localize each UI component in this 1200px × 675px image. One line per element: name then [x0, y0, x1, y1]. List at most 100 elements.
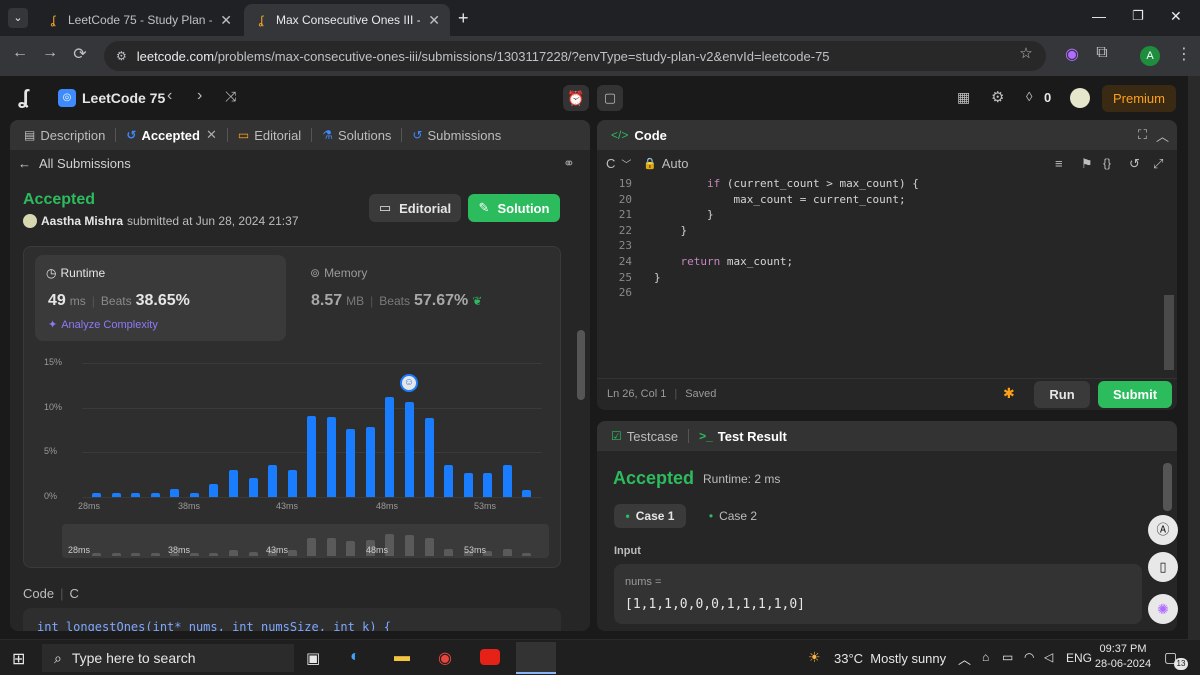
- editorial-button[interactable]: ▭ Editorial: [369, 194, 461, 222]
- profile-avatar[interactable]: A: [1140, 46, 1160, 66]
- tab-description[interactable]: ▤ Description: [24, 128, 105, 143]
- tab-test-result[interactable]: >_ Test Result: [699, 429, 787, 444]
- tab-submissions[interactable]: ↺ Submissions: [412, 128, 501, 143]
- runtime-bar[interactable]: [209, 484, 219, 497]
- close-window-icon[interactable]: ✕: [1170, 8, 1182, 25]
- back-arrow-icon[interactable]: ←: [8, 44, 32, 62]
- restore-icon[interactable]: ❐: [1132, 8, 1144, 24]
- editor-scrollbar[interactable]: [1164, 295, 1174, 370]
- settings-gear-icon[interactable]: ⚙: [991, 88, 1004, 106]
- submit-button[interactable]: Submit: [1098, 381, 1172, 408]
- runtime-bar[interactable]: [522, 489, 532, 497]
- auto-mode[interactable]: 🔒 Auto: [643, 156, 688, 171]
- run-button[interactable]: Run: [1034, 381, 1090, 408]
- volume-icon[interactable]: ◁: [1044, 650, 1053, 664]
- site-info-icon[interactable]: ⚙: [116, 49, 127, 63]
- format-lines-icon[interactable]: ≡: [1055, 156, 1063, 171]
- runtime-bar[interactable]: [346, 429, 356, 497]
- share-link-icon[interactable]: ⚭: [563, 155, 575, 172]
- taskbar-search-box[interactable]: ⌕ Type here to search: [42, 644, 294, 672]
- runtime-bar[interactable]: [111, 492, 121, 497]
- runtime-bar[interactable]: [248, 478, 258, 497]
- reader-book-icon[interactable]: ▯: [1148, 552, 1178, 582]
- left-scrollbar[interactable]: [577, 330, 585, 400]
- close-tab-icon[interactable]: ✕: [428, 12, 440, 29]
- extensions-puzzle-icon[interactable]: ⧉: [1090, 44, 1114, 62]
- edge-browser-icon[interactable]: ◐: [350, 648, 360, 666]
- timer-icon[interactable]: ⏰: [563, 85, 589, 111]
- extension-brain-icon[interactable]: ◉: [1060, 44, 1084, 64]
- tray-network-icon[interactable]: ⌂: [982, 650, 989, 664]
- tab-search-icon[interactable]: ⌄: [8, 8, 28, 28]
- language-select[interactable]: C ﹀: [606, 156, 631, 171]
- tray-chevron-icon[interactable]: ︿: [958, 649, 971, 668]
- runtime-bar[interactable]: [483, 472, 493, 497]
- runtime-bar[interactable]: [92, 492, 101, 497]
- runtime-card[interactable]: ◷ Runtime 49 ms | Beats 38.65% ✦ Analyze C…: [35, 255, 286, 341]
- leetcode-logo-icon[interactable]: ʆ: [18, 87, 29, 110]
- runtime-bar[interactable]: [502, 464, 512, 497]
- reload-icon[interactable]: ⟳: [68, 44, 92, 64]
- tab-solutions[interactable]: ⚗ Solutions: [322, 128, 391, 143]
- runtime-bar[interactable]: [385, 396, 395, 497]
- your-submission-marker-icon[interactable]: ☺: [400, 374, 419, 393]
- all-submissions-link[interactable]: ← All Submissions: [18, 156, 131, 171]
- result-scrollbar[interactable]: [1163, 463, 1172, 511]
- youtube-icon[interactable]: [480, 649, 500, 665]
- runtime-bar[interactable]: [189, 492, 199, 497]
- solution-button[interactable]: ✎ Solution: [468, 194, 560, 222]
- bookmark-icon[interactable]: ⚑: [1081, 156, 1093, 172]
- study-plan-title[interactable]: LeetCode 75: [82, 90, 165, 106]
- translate-icon[interactable]: Ⓐ: [1148, 515, 1178, 545]
- expand-icon[interactable]: ⤢: [1153, 156, 1163, 172]
- tab-accepted[interactable]: ↺ Accepted ✕: [126, 127, 217, 143]
- clock[interactable]: 09:37 PM 28-06-2024: [1094, 643, 1152, 670]
- language-indicator[interactable]: ENG: [1066, 651, 1092, 665]
- runtime-bar[interactable]: [150, 492, 160, 497]
- debug-bug-icon[interactable]: ✱: [1003, 385, 1015, 402]
- maximize-icon[interactable]: ⛶: [1138, 127, 1147, 143]
- runtime-bar[interactable]: [326, 417, 336, 497]
- runtime-bar[interactable]: [131, 492, 141, 497]
- url-field[interactable]: ⚙ leetcode.com/problems/max-consecutive-…: [104, 41, 1046, 71]
- new-tab-icon[interactable]: +: [458, 8, 469, 29]
- close-tab-icon[interactable]: ✕: [220, 12, 232, 29]
- chrome-icon[interactable]: ◉: [438, 648, 452, 668]
- bookmark-star-icon[interactable]: ☆: [1014, 44, 1038, 62]
- next-problem-icon[interactable]: ›: [197, 87, 202, 105]
- prev-problem-icon[interactable]: ‹: [167, 87, 172, 105]
- case-1-button[interactable]: • Case 1: [614, 504, 686, 528]
- ai-brain-icon[interactable]: ✺: [1148, 594, 1178, 624]
- runtime-bar[interactable]: [307, 415, 317, 497]
- page-scrollbar[interactable]: [1188, 76, 1200, 639]
- windows-start-icon[interactable]: ⊞: [12, 649, 25, 669]
- chrome-active-taskbar-icon[interactable]: [516, 642, 556, 674]
- runtime-bar[interactable]: [287, 470, 297, 497]
- tab-testcase[interactable]: ☑ Testcase: [611, 429, 678, 444]
- runtime-bar[interactable]: [365, 427, 375, 497]
- forward-arrow-icon[interactable]: →: [38, 44, 62, 62]
- battery-icon[interactable]: ▭: [1002, 650, 1013, 664]
- weather-text[interactable]: 33°C Mostly sunny: [834, 651, 946, 666]
- runtime-bar[interactable]: [463, 472, 473, 497]
- curly-braces-icon[interactable]: {}: [1103, 156, 1111, 170]
- reset-icon[interactable]: ↺: [1129, 156, 1140, 172]
- premium-button[interactable]: Premium: [1102, 85, 1176, 112]
- layout-grid-icon[interactable]: ▦: [957, 89, 970, 106]
- streak-fire-icon[interactable]: ◊: [1026, 89, 1032, 104]
- collapse-chevron-icon[interactable]: ︿: [1156, 126, 1169, 145]
- minimize-icon[interactable]: —: [1092, 8, 1106, 24]
- close-tab-icon[interactable]: ✕: [206, 127, 217, 143]
- runtime-bar[interactable]: [424, 418, 434, 497]
- shuffle-icon[interactable]: ⤨: [225, 88, 236, 105]
- memory-card[interactable]: ⊚ Memory 8.57 MB | Beats 57.67% ❦: [301, 255, 531, 341]
- analyze-complexity-link[interactable]: ✦ Analyze Complexity: [48, 318, 158, 332]
- wifi-icon[interactable]: ◠: [1024, 650, 1034, 664]
- author-name[interactable]: Aastha Mishra: [41, 214, 123, 228]
- author-avatar[interactable]: [23, 214, 37, 228]
- file-explorer-icon[interactable]: ▬: [394, 648, 410, 666]
- user-avatar[interactable]: [1070, 88, 1090, 108]
- tab-editorial[interactable]: ▭ Editorial: [238, 128, 301, 143]
- task-view-icon[interactable]: ▣: [306, 649, 320, 667]
- browser-tab-study-plan[interactable]: ʆ LeetCode 75 - Study Plan - Leet ✕: [36, 4, 242, 36]
